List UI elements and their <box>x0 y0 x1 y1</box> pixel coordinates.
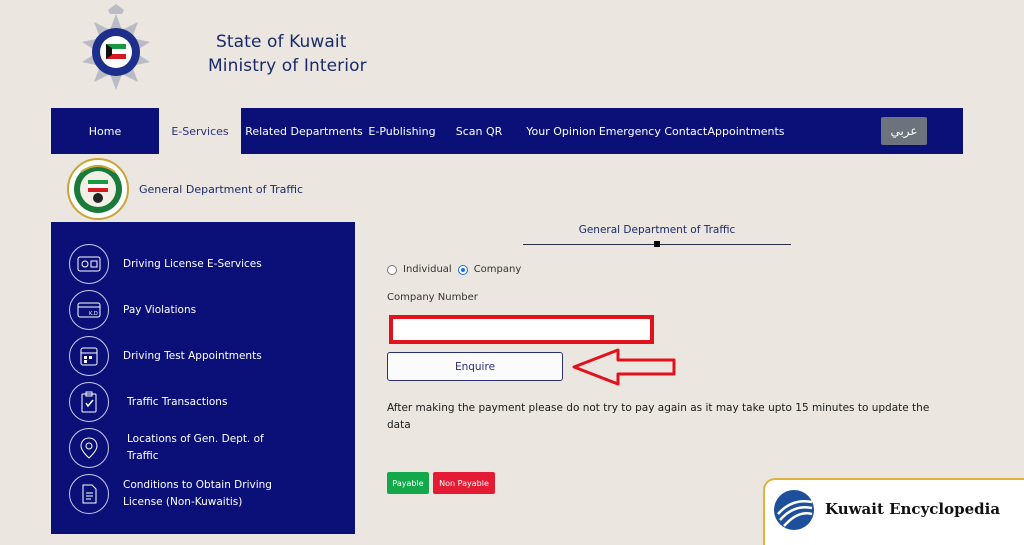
nav-scan-qr[interactable]: Scan QR <box>437 108 521 154</box>
sidebar-item-label: Driving Test Appointments <box>123 349 262 362</box>
sidebar-item-driving-test[interactable]: Driving Test Appointments <box>69 336 262 376</box>
ministry-name: Ministry of Interior <box>208 56 367 76</box>
sidebar-item-locations[interactable]: Locations of Gen. Dept. of Traffic <box>69 428 287 468</box>
sidebar-item-label: Traffic Transactions <box>127 395 228 408</box>
nav-emergency-contact[interactable]: Emergency Contact <box>599 108 707 154</box>
sidebar: Driving License E-Services K.D Pay Viola… <box>51 222 355 534</box>
customer-type-radio-group: Individual Company <box>387 264 521 275</box>
globe-logo-icon <box>774 490 814 530</box>
title-divider-marker <box>654 241 660 247</box>
ministry-title: State of Kuwait Ministry of Interior <box>208 30 367 78</box>
sidebar-item-pay-violations[interactable]: K.D Pay Violations <box>69 290 196 330</box>
company-number-input[interactable] <box>389 315 654 344</box>
main-nav: Home E-Services Related Departments E-Pu… <box>51 108 963 154</box>
kd-card-icon: K.D <box>69 290 109 330</box>
encyclopedia-watermark: Kuwait Encyclopedia <box>763 478 1024 545</box>
clipboard-check-icon <box>69 382 109 422</box>
document-icon <box>69 474 109 514</box>
kuwait-police-star-icon[interactable] <box>70 4 162 102</box>
company-number-label: Company Number <box>387 292 478 303</box>
nav-your-opinion[interactable]: Your Opinion <box>521 108 601 154</box>
sidebar-item-traffic-transactions[interactable]: Traffic Transactions <box>69 382 227 422</box>
radio-individual-label: Individual <box>403 264 452 275</box>
department-header: General Department of Traffic <box>51 154 963 222</box>
svg-text:K.D: K.D <box>89 311 98 317</box>
state-name: State of Kuwait <box>216 32 347 52</box>
language-toggle-button[interactable]: عربي <box>881 117 927 145</box>
radio-individual[interactable] <box>387 264 397 275</box>
payable-button[interactable]: Payable <box>387 472 429 494</box>
enquire-button[interactable]: Enquire <box>387 352 563 381</box>
sidebar-item-license-conditions[interactable]: Conditions to Obtain Driving License (No… <box>69 474 293 514</box>
nav-e-publishing[interactable]: E-Publishing <box>367 108 437 154</box>
sidebar-item-label: Locations of Gen. Dept. of Traffic <box>127 433 264 462</box>
sidebar-item-label: Pay Violations <box>123 303 197 316</box>
form-title: General Department of Traffic <box>578 224 736 236</box>
red-arrow-annotation-icon <box>572 348 676 386</box>
sidebar-item-label: Conditions to Obtain Driving License (No… <box>123 479 272 508</box>
radio-company-label: Company <box>473 264 522 275</box>
license-card-icon <box>69 244 109 284</box>
nav-home[interactable]: Home <box>51 108 159 154</box>
calendar-icon <box>69 336 109 376</box>
traffic-department-emblem-icon <box>67 158 129 220</box>
non-payable-button[interactable]: Non Payable <box>433 472 495 494</box>
sidebar-item-label: Driving License E-Services <box>123 257 262 270</box>
payment-notice: After making the payment please do not t… <box>387 402 930 431</box>
site-header: State of Kuwait Ministry of Interior <box>0 0 1024 108</box>
sidebar-item-driving-license[interactable]: Driving License E-Services <box>69 244 262 284</box>
map-pin-icon <box>69 428 109 468</box>
nav-related-departments[interactable]: Related Departments <box>241 108 367 154</box>
radio-company[interactable] <box>457 264 468 275</box>
department-name: General Department of Traffic <box>139 183 304 196</box>
nav-e-services[interactable]: E-Services <box>159 108 241 154</box>
nav-appointments[interactable]: Appointments <box>705 108 787 154</box>
encyclopedia-name: Kuwait Encyclopedia <box>825 500 1001 518</box>
